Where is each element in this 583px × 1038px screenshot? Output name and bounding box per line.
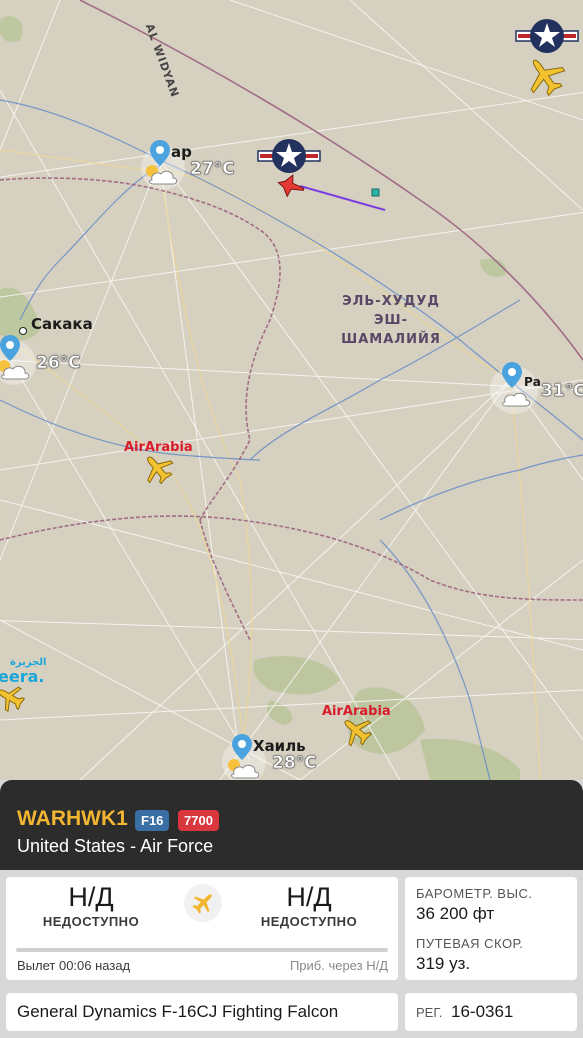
aircraft-type-badge: F16: [135, 810, 170, 831]
track-end-marker: [371, 188, 380, 197]
airline-logo-jazeera-arabic: الجزيرة: [10, 657, 47, 668]
fighter-jet-icon[interactable]: [276, 172, 306, 200]
region-label: ЭЛЬ-ХУДУД ЭШ- ШАМАЛИЙЯ: [336, 292, 446, 349]
baro-altitude-value: 36 200 фт: [416, 904, 495, 923]
registration-card[interactable]: РЕГ. 16-0361: [405, 993, 577, 1031]
destination-status: НЕДОСТУПНО: [260, 914, 358, 929]
city-label-2: Сакака: [31, 315, 93, 333]
altitude-speed-card[interactable]: БАРОМЕТР. ВЫС. 36 200 фт ПУТЕВАЯ СКОР. 3…: [405, 877, 577, 980]
flight-info-panel[interactable]: WARHWK1 F16 7700 United States - Air For…: [0, 780, 583, 1038]
arrival-time: Приб. через Н/Д: [289, 958, 388, 973]
origin-status: НЕДОСТУПНО: [42, 914, 140, 929]
registration-value: 16-0361: [451, 1002, 514, 1021]
route-plane-icon: [184, 884, 222, 922]
city-temperature-2: 26°C: [36, 353, 81, 374]
city-temperature-1: 27°C: [190, 159, 235, 180]
flight-header[interactable]: WARHWK1 F16 7700 United States - Air For…: [0, 780, 583, 870]
city-label-3: Ра: [524, 375, 541, 389]
flight-map[interactable]: AL WIDYAN ЭЛЬ-ХУДУД ЭШ- ШАМАЛИЙЯ ар 27°C…: [0, 0, 583, 780]
destination-code: Н/Д: [286, 882, 332, 912]
ground-speed-label: ПУТЕВАЯ СКОР.: [416, 936, 524, 951]
baro-altitude-label: БАРОМЕТР. ВЫС.: [416, 886, 533, 901]
airplane-icon[interactable]: [0, 683, 26, 713]
origin-code: Н/Д: [68, 882, 114, 912]
region-label-line-2: ЭШ-: [374, 313, 408, 328]
city-label-1: ар: [171, 143, 192, 161]
region-label-line-3: ШАМАЛИЙЯ: [341, 332, 441, 347]
airplane-icon[interactable]: [340, 715, 374, 747]
usaf-roundel-icon: [515, 19, 579, 53]
route-card[interactable]: Н/Д НЕДОСТУПНО Н/Д НЕДОСТУПНО Вылет 00:0…: [6, 877, 398, 980]
aircraft-model: General Dynamics F-16CJ Fighting Falcon: [17, 1002, 339, 1021]
ground-speed-value: 319 уз.: [416, 954, 471, 973]
registration-label: РЕГ.: [416, 1005, 443, 1020]
city-temperature-3: 31°C: [541, 381, 583, 402]
flight-progress-bar: [16, 948, 388, 952]
aircraft-model-card[interactable]: General Dynamics F-16CJ Fighting Falcon: [6, 993, 398, 1031]
squawk-badge: 7700: [178, 810, 219, 831]
operator-label: United States - Air Force: [17, 836, 214, 856]
city-dot: [19, 327, 27, 335]
airplane-icon[interactable]: [522, 55, 568, 97]
airplane-icon[interactable]: [141, 453, 175, 485]
usaf-roundel-icon: [257, 139, 321, 173]
city-temperature-4: 28°C: [272, 753, 317, 774]
departure-time: Вылет 00:06 назад: [17, 958, 131, 973]
region-label-line-1: ЭЛЬ-ХУДУД: [342, 294, 440, 309]
callsign: WARHWK1: [17, 807, 128, 830]
